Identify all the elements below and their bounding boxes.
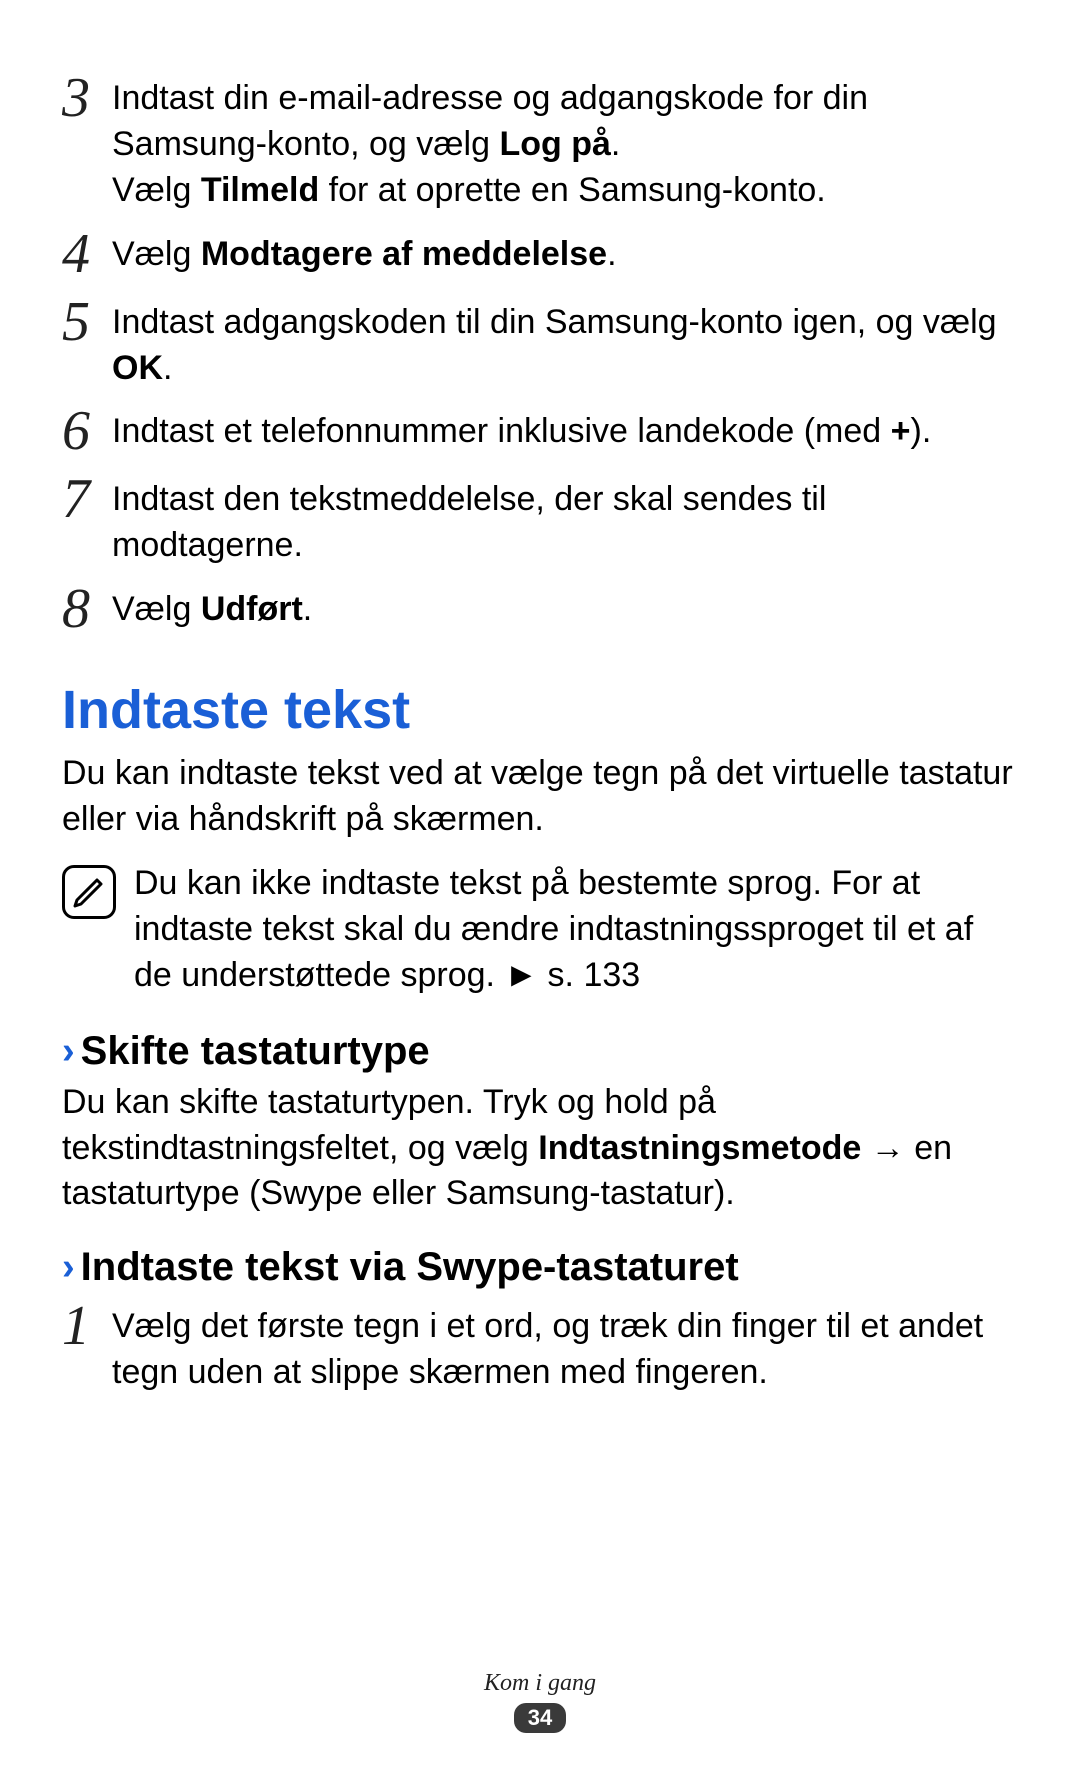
sub-body-1: Du kan skifte tastaturtypen. Tryk og hol…	[62, 1080, 1018, 1218]
step-number: 6	[62, 401, 112, 459]
step-body: Indtast et telefonnummer inklusive lande…	[112, 401, 1018, 455]
step-number: 1	[62, 1296, 112, 1354]
step-number: 7	[62, 469, 112, 527]
step-body: Vælg Modtagere af meddelelse.	[112, 224, 1018, 278]
sub-heading-1-label: Skifte tastaturtype	[81, 1029, 430, 1074]
section-title: Indtaste tekst	[62, 679, 1018, 741]
step-body: Indtast din e-mail-adresse og adgangskod…	[112, 68, 1018, 214]
step-item: 5Indtast adgangskoden til din Samsung-ko…	[62, 292, 1018, 392]
step-item: 7Indtast den tekstmeddelelse, der skal s…	[62, 469, 1018, 569]
note-box: Du kan ikke indtaste tekst på bestemte s…	[62, 861, 1018, 999]
step-body: Indtast adgangskoden til din Samsung-kon…	[112, 292, 1018, 392]
sub-heading-1: › Skifte tastaturtype	[62, 1029, 1018, 1074]
step-item: 4Vælg Modtagere af meddelelse.	[62, 224, 1018, 282]
chevron-icon: ›	[62, 1246, 75, 1289]
page-content: 3Indtast din e-mail-adresse og adgangsko…	[0, 0, 1080, 1396]
note-icon	[62, 865, 116, 919]
footer-section-label: Kom i gang	[0, 1670, 1080, 1697]
footer-page-number: 34	[514, 1703, 566, 1733]
step-number: 5	[62, 292, 112, 350]
steps-list-a: 3Indtast din e-mail-adresse og adgangsko…	[62, 68, 1018, 637]
step-number: 3	[62, 68, 112, 126]
chevron-icon: ›	[62, 1030, 75, 1073]
step-item: 8Vælg Udført.	[62, 579, 1018, 637]
step-number: 4	[62, 224, 112, 282]
sub-heading-2-label: Indtaste tekst via Swype-tastaturet	[81, 1245, 739, 1290]
page-footer: Kom i gang 34	[0, 1670, 1080, 1733]
step-item: 6Indtast et telefonnummer inklusive land…	[62, 401, 1018, 459]
step-number: 8	[62, 579, 112, 637]
step-item: 3Indtast din e-mail-adresse og adgangsko…	[62, 68, 1018, 214]
section-intro: Du kan indtaste tekst ved at vælge tegn …	[62, 751, 1018, 843]
step-body: Vælg det første tegn i et ord, og træk d…	[112, 1296, 1018, 1396]
step-body: Indtast den tekstmeddelelse, der skal se…	[112, 469, 1018, 569]
sub-heading-2: › Indtaste tekst via Swype-tastaturet	[62, 1245, 1018, 1290]
step-body: Vælg Udført.	[112, 579, 1018, 633]
swype-step-1: 1 Vælg det første tegn i et ord, og træk…	[62, 1296, 1018, 1396]
note-text: Du kan ikke indtaste tekst på bestemte s…	[134, 861, 1018, 999]
